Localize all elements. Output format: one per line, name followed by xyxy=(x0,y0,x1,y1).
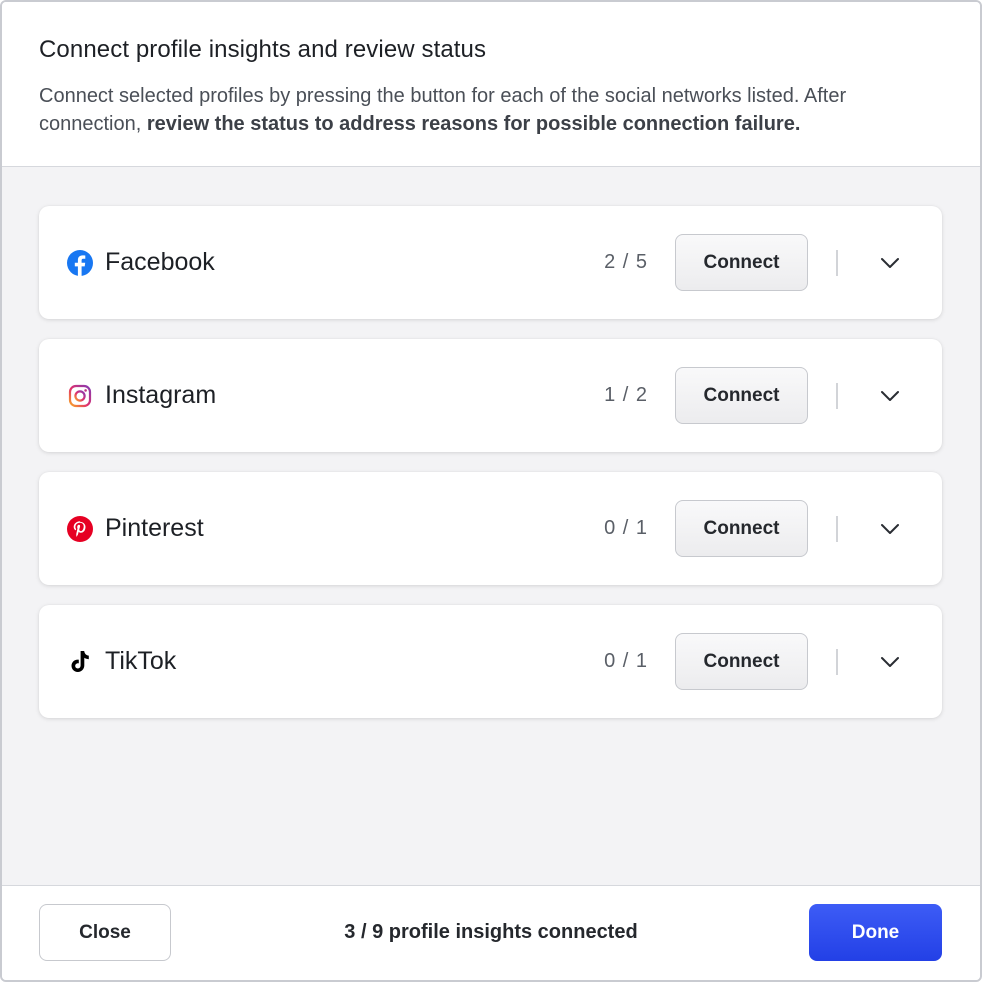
instagram-icon xyxy=(67,383,93,409)
network-name: TikTok xyxy=(105,647,177,675)
divider xyxy=(836,383,838,409)
divider xyxy=(836,649,838,675)
description-emphasis: review the status to address reasons for… xyxy=(146,113,801,135)
divider xyxy=(836,250,838,276)
pinterest-icon xyxy=(67,516,93,542)
dialog-description: Connect selected profiles by pressing th… xyxy=(39,82,944,138)
chevron-down-icon[interactable] xyxy=(877,516,903,542)
profile-count: 2 / 5 xyxy=(604,251,648,273)
network-card-instagram: Instagram 1 / 2 Connect xyxy=(39,339,942,452)
network-name: Facebook xyxy=(105,248,215,276)
profile-count: 0 / 1 xyxy=(604,517,648,539)
connect-button-instagram[interactable]: Connect xyxy=(675,367,808,424)
network-name: Instagram xyxy=(105,381,217,409)
done-button[interactable]: Done xyxy=(809,904,942,961)
dialog-footer: Close 3 / 9 profile insights connected D… xyxy=(2,885,980,980)
profile-count: 1 / 2 xyxy=(604,384,648,406)
network-card-pinterest: Pinterest 0 / 1 Connect xyxy=(39,472,942,585)
dialog-title: Connect profile insights and review stat… xyxy=(39,36,487,63)
tiktok-icon xyxy=(67,649,93,675)
chevron-down-icon[interactable] xyxy=(877,250,903,276)
facebook-icon xyxy=(67,250,93,276)
chevron-down-icon[interactable] xyxy=(877,383,903,409)
divider xyxy=(836,516,838,542)
network-card-facebook: Facebook 2 / 5 Connect xyxy=(39,206,942,319)
connect-button-facebook[interactable]: Connect xyxy=(675,234,808,291)
chevron-down-icon[interactable] xyxy=(877,649,903,675)
networks-panel: Facebook 2 / 5 Connect Instagram 1 / 2 C… xyxy=(2,167,980,885)
network-name: Pinterest xyxy=(105,514,204,542)
profile-count: 0 / 1 xyxy=(604,650,648,672)
network-card-tiktok: TikTok 0 / 1 Connect xyxy=(39,605,942,718)
connect-button-pinterest[interactable]: Connect xyxy=(675,500,808,557)
dialog-header: Connect profile insights and review stat… xyxy=(2,2,980,167)
connect-insights-dialog: Connect profile insights and review stat… xyxy=(0,0,982,982)
connect-button-tiktok[interactable]: Connect xyxy=(675,633,808,690)
